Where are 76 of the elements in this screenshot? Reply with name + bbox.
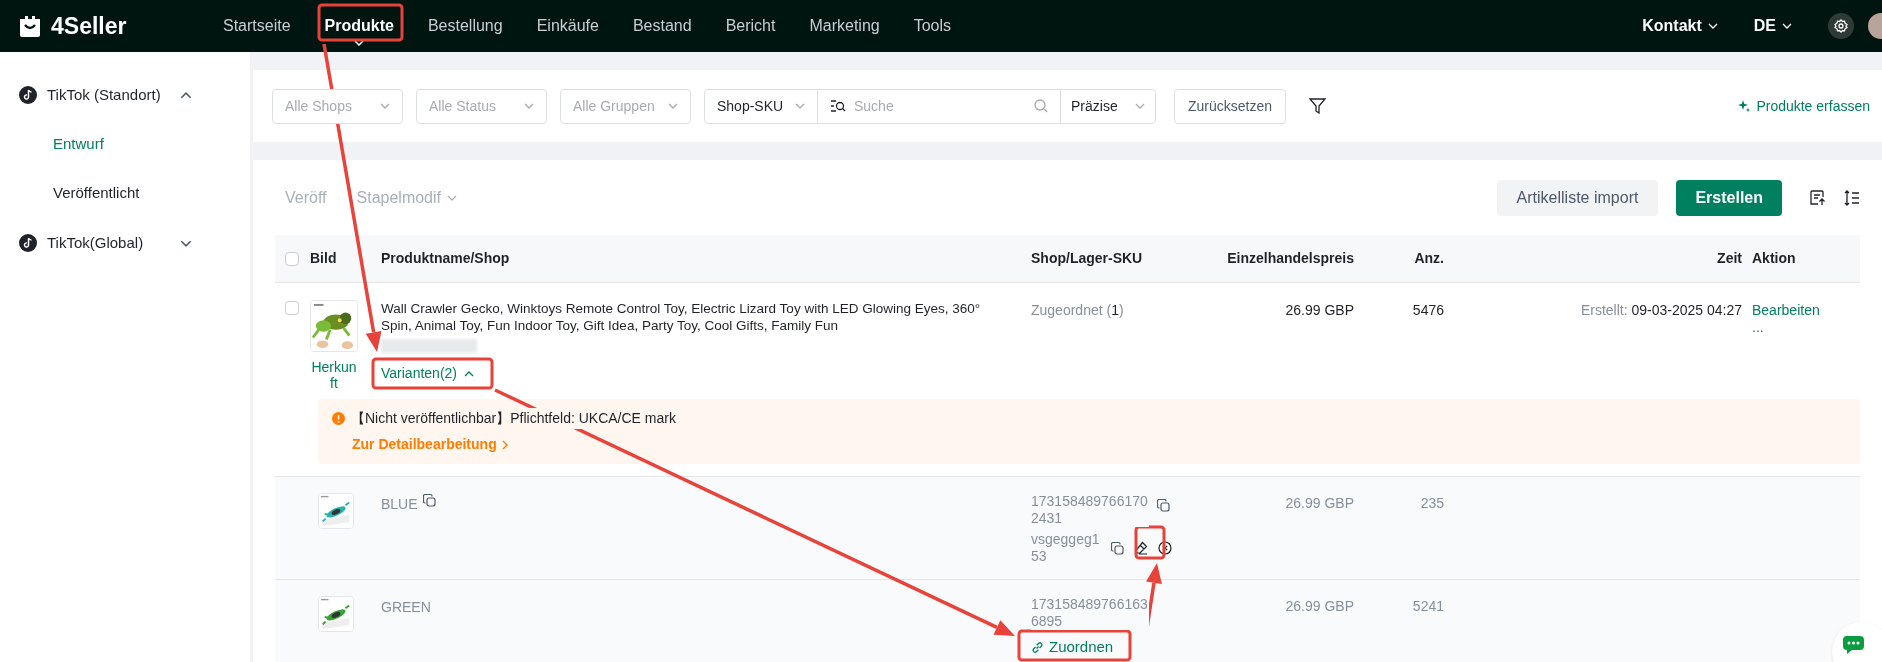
- map-link[interactable]: Zuordnen: [1031, 636, 1114, 659]
- column-header: Shop/Lager-SKU: [1030, 249, 1144, 268]
- highlight-frame: [1134, 525, 1166, 560]
- chevron-down-icon: [1782, 23, 1792, 29]
- select-all-checkbox[interactable]: [285, 251, 299, 266]
- export-icon[interactable]: [1810, 189, 1826, 206]
- variant-name: GREEN: [381, 598, 431, 617]
- sparkle-icon: [1737, 99, 1752, 113]
- product-title: Wall Crawler Gecko, Winktoys Remote Control Toy, Electric Lizard Toy with LED Glowing Eyes, 360° Spin, Animal Toy, Fun Indoor Toy, Gift Idea, Party Toy, Cool Gifts, Family Fun: [381, 300, 981, 334]
- chevron-down-icon: [447, 194, 457, 201]
- column-header: Anz.: [1413, 249, 1444, 268]
- chevron-down-icon: [1707, 23, 1718, 29]
- filter-icon[interactable]: [1309, 98, 1327, 114]
- warehouse-sku-text: vsgeggeg153: [1031, 531, 1101, 565]
- avatar[interactable]: [1868, 13, 1882, 39]
- chevron-down-icon: [668, 103, 678, 109]
- sidebar-group[interactable]: TikTok(Global): [0, 218, 250, 268]
- price-text: 26.99 GBP: [1285, 495, 1354, 511]
- chevron-right-icon: [501, 439, 508, 450]
- nav-link[interactable]: Bericht: [708, 0, 793, 52]
- language-menu[interactable]: DE: [1753, 14, 1792, 38]
- column-header: Zeit: [1716, 249, 1742, 268]
- chevron-down-icon: [180, 239, 192, 247]
- contact-menu[interactable]: Kontakt: [1642, 14, 1718, 38]
- more-link[interactable]: ...: [1752, 320, 1764, 334]
- sidebar-item[interactable]: Entwurf: [0, 120, 250, 169]
- column-header: Einzelhandelspreis: [1226, 249, 1354, 268]
- nav-link[interactable]: Marketing: [792, 0, 897, 52]
- shopping-bag-icon: [17, 13, 43, 39]
- chevron-up-icon: [180, 91, 192, 99]
- created-time: Erstellt: 09-03-2025 04:27: [1580, 302, 1742, 318]
- variant-name: BLUE: [381, 495, 418, 514]
- reset-button[interactable]: Zurücksetzen: [1174, 88, 1287, 124]
- sidebar-group-label: TikTok (Standort): [47, 84, 162, 105]
- nav-link[interactable]: Bestellung: [410, 0, 520, 52]
- music-note-icon: [19, 234, 37, 252]
- copy-icon[interactable]: [1157, 499, 1170, 512]
- music-note-icon: [19, 86, 37, 104]
- price-text: 26.99 GBP: [1285, 302, 1354, 318]
- sidebar-item[interactable]: Veröffentlicht: [0, 169, 250, 218]
- row-checkbox[interactable]: [285, 301, 299, 315]
- quantity-text: 235: [1420, 495, 1444, 511]
- settings-icon: [1834, 19, 1848, 33]
- nav-link[interactable]: Bestand: [615, 0, 709, 52]
- link-icon: [1031, 640, 1044, 654]
- import-button[interactable]: Artikelliste import: [1496, 179, 1659, 216]
- nav-link[interactable]: Startseite: [206, 0, 308, 52]
- create-button[interactable]: Erstellen: [1676, 179, 1782, 216]
- remove-icon[interactable]: [1158, 541, 1172, 555]
- mapping-status: Zugeordnet (1): [1031, 302, 1124, 318]
- sidebar-group[interactable]: TikTok (Standort): [0, 70, 250, 120]
- quantity-text: 5476: [1412, 302, 1444, 318]
- copy-icon[interactable]: [422, 494, 436, 507]
- chevron-up-icon: [464, 370, 474, 377]
- column-header: Aktion: [1751, 249, 1797, 268]
- sidebar-group-label: TikTok(Global): [47, 232, 145, 253]
- copy-icon[interactable]: [1111, 541, 1124, 555]
- quantity-text: 5241: [1412, 598, 1444, 614]
- column-header: Produktname/Shop: [380, 249, 511, 268]
- warning-icon: [332, 412, 345, 425]
- column-header: Bild: [310, 249, 338, 268]
- nav-link[interactable]: Einkäufe: [519, 0, 616, 52]
- nav-link[interactable]: Tools: [896, 0, 969, 52]
- capture-products-link[interactable]: Produkte erfassen: [1737, 95, 1870, 117]
- chevron-down-icon: [380, 103, 390, 109]
- chevron-down-icon: [524, 103, 534, 109]
- variants-toggle[interactable]: Varianten(2): [381, 363, 474, 384]
- edit-link[interactable]: Bearbeiten: [1752, 300, 1820, 320]
- settings-button[interactable]: [1828, 13, 1854, 39]
- caret-icon: [354, 40, 365, 46]
- row-height-icon[interactable]: [1844, 189, 1860, 206]
- price-text: 26.99 GBP: [1285, 598, 1354, 614]
- sku-text: 1731584897661636895: [1031, 596, 1149, 630]
- brand-name: 4Seller: [51, 11, 127, 41]
- origin-link[interactable]: Herkunft: [310, 359, 358, 391]
- nav-link[interactable]: Produkte: [307, 0, 411, 52]
